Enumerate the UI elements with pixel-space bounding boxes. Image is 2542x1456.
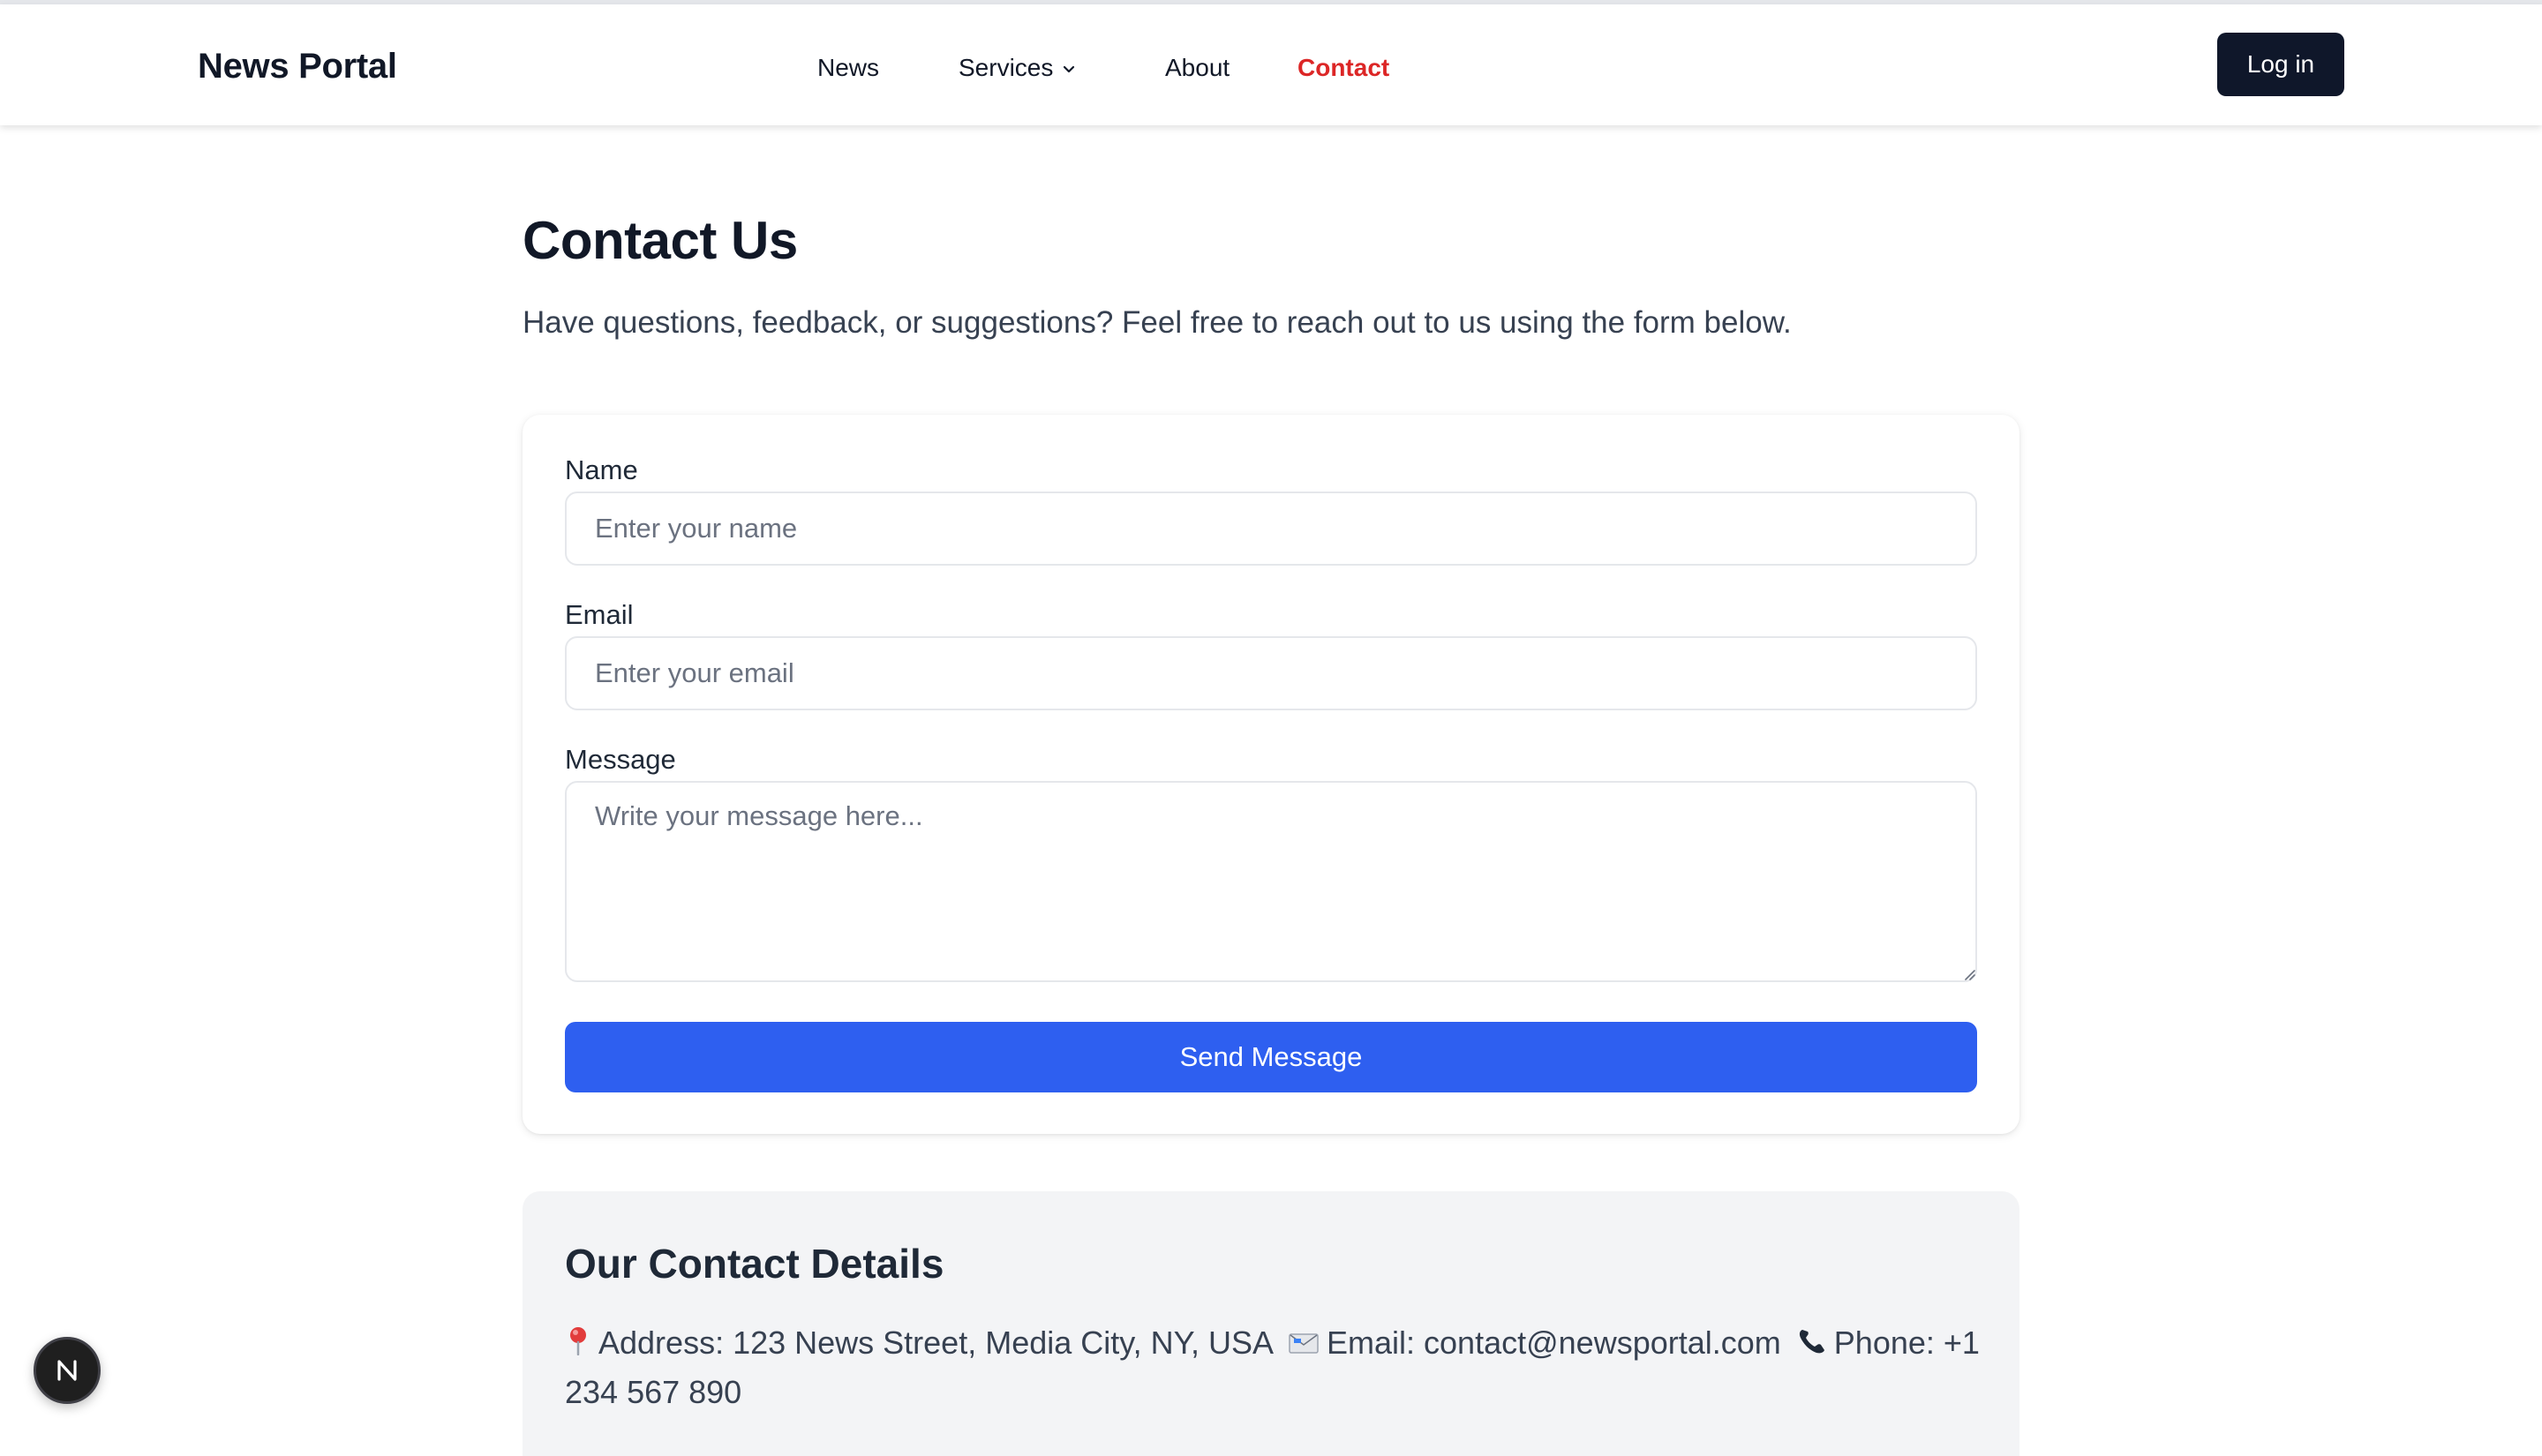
contact-form: Name Email Message Send Message: [523, 415, 2019, 1134]
site-header: News Portal News Services About Contact …: [0, 4, 2542, 125]
message-label: Message: [565, 744, 676, 775]
envelope-icon: [1289, 1333, 1319, 1354]
n-logo-icon: [57, 1360, 77, 1381]
nav-contact[interactable]: Contact: [1297, 54, 1389, 82]
page-subtitle: Have questions, feedback, or suggestions…: [523, 305, 1792, 340]
contact-details-text: Address: 123 News Street, Media City, NY…: [565, 1318, 1986, 1417]
email-input[interactable]: [565, 636, 1977, 710]
name-input[interactable]: [565, 492, 1977, 566]
chevron-down-icon: [1064, 65, 1075, 72]
phone-icon: [1799, 1330, 1824, 1354]
nav-about[interactable]: About: [1165, 54, 1230, 82]
address-text: Address: 123 News Street, Media City, NY…: [598, 1325, 1272, 1361]
send-message-button[interactable]: Send Message: [565, 1022, 1977, 1092]
contact-details-title: Our Contact Details: [565, 1241, 944, 1287]
nav-services[interactable]: Services: [959, 54, 1076, 82]
nav-services-label: Services: [959, 54, 1054, 81]
contact-details-card: Our Contact Details Address: 123 News St…: [523, 1191, 2019, 1456]
email-label: Email: [565, 599, 634, 630]
pin-icon: [570, 1327, 586, 1355]
name-label: Name: [565, 454, 638, 485]
nextjs-dev-badge[interactable]: [34, 1337, 101, 1404]
message-textarea[interactable]: [565, 781, 1977, 982]
resize-handle-icon[interactable]: [1963, 968, 1975, 980]
login-button[interactable]: Log in: [2217, 33, 2344, 96]
page-title: Contact Us: [523, 211, 798, 270]
email-text[interactable]: Email: contact@newsportal.com: [1327, 1325, 1781, 1361]
nav-news[interactable]: News: [817, 54, 879, 82]
brand-logo[interactable]: News Portal: [198, 47, 397, 86]
